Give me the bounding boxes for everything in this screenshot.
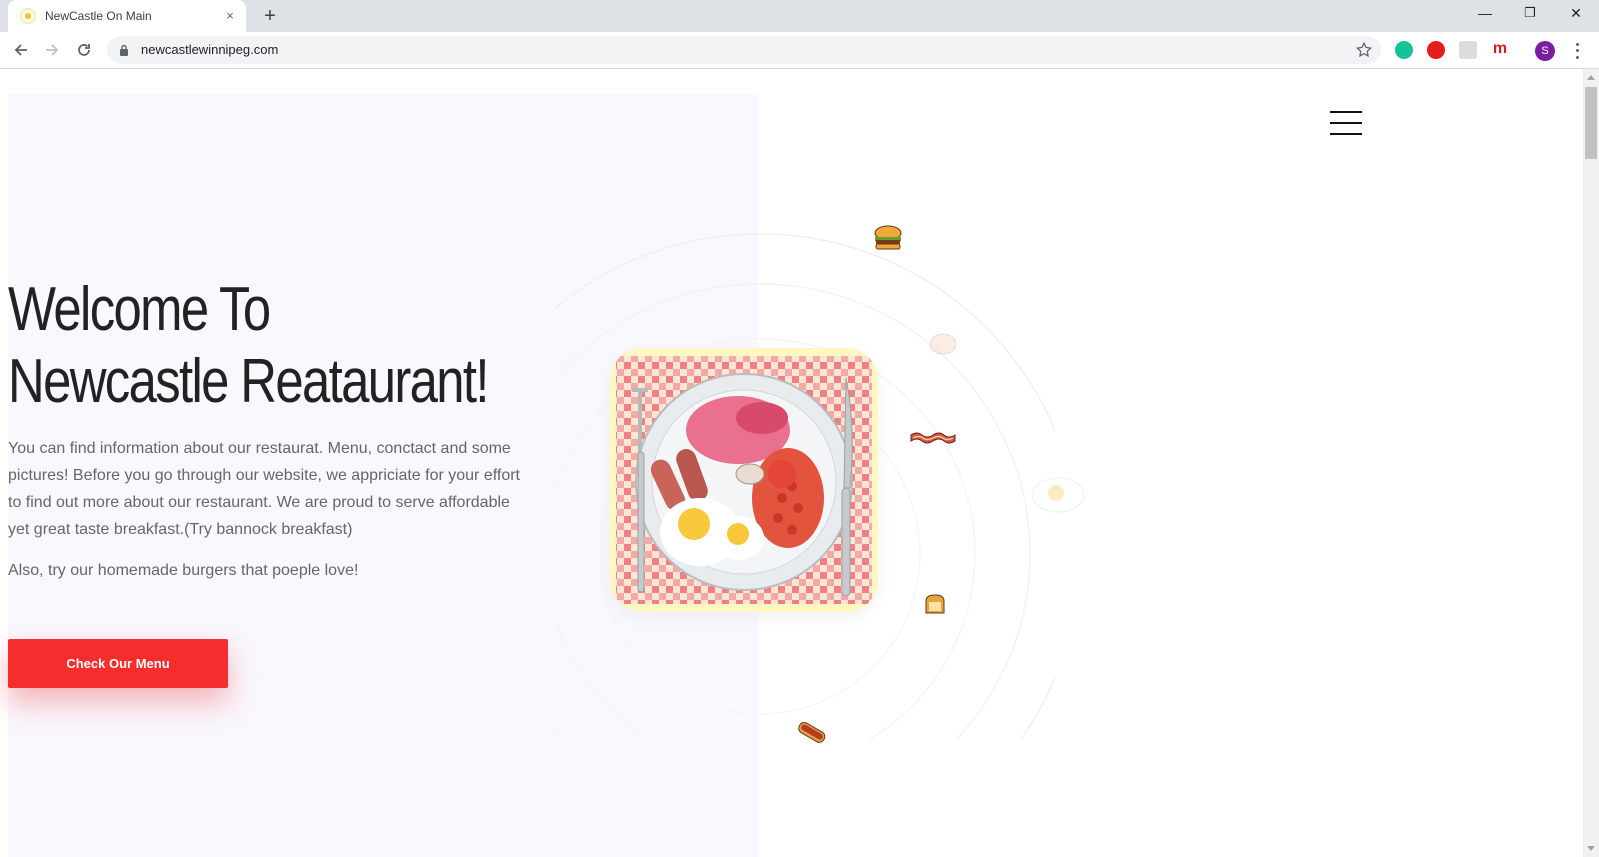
m-extension-icon[interactable]: m [1491,41,1509,59]
page-content: Welcome To Newcastle Reataurant! You can… [0,69,1583,857]
bacon-icon [910,431,956,450]
browser-tab[interactable]: NewCastle On Main × [8,0,246,32]
new-tab-button[interactable]: + [258,4,282,28]
hero-description: You can find information about our resta… [8,440,520,538]
adblock-extension-icon[interactable] [1427,41,1445,59]
check-menu-button[interactable]: Check Our Menu [8,639,228,688]
back-arrow-icon [14,44,27,56]
fried-egg-icon [1030,475,1086,520]
toast-icon [923,593,947,620]
minimize-button[interactable]: — [1462,0,1508,28]
browser-menu-icon[interactable] [1571,41,1583,61]
tab-close-button[interactable]: × [222,8,238,24]
profile-avatar[interactable]: S [1535,41,1555,61]
address-bar[interactable]: newcastlewinnipeg.com [107,36,1381,64]
full-breakfast-plate-image [610,348,878,612]
reload-button[interactable] [70,36,98,64]
burger-icon [873,225,903,256]
scroll-up-icon[interactable] [1587,75,1595,80]
bookmark-star-icon[interactable] [1355,41,1373,59]
cast-extension-icon[interactable] [1459,41,1477,59]
restore-button[interactable]: ❐ [1507,0,1553,28]
url-text[interactable]: newcastlewinnipeg.com [141,42,278,57]
page-scrollbar[interactable] [1583,69,1599,857]
site-favicon-icon [20,8,36,24]
hamburger-menu-icon[interactable] [1330,111,1362,135]
chicken-icon [928,331,958,362]
forward-button[interactable] [38,36,66,64]
hero-title-line1: Welcome To [8,275,271,344]
lock-icon [120,44,128,56]
scroll-down-icon[interactable] [1587,846,1595,851]
grammarly-extension-icon[interactable] [1395,41,1413,59]
hero-title-line2: Newcastle Reataurant! [8,347,490,416]
hero-burger-note: Also, try our homemade burgers that poep… [8,562,359,579]
browser-tab-bar: NewCastle On Main × + — ❐ ✕ [0,0,1599,32]
hero-title: Welcome To Newcastle Reataurant! [8,274,490,418]
scrollbar-thumb[interactable] [1585,87,1597,159]
back-button[interactable] [7,36,35,64]
reload-icon [78,44,90,56]
hotdog-icon [796,717,828,752]
window-close-button[interactable]: ✕ [1553,0,1599,28]
forward-arrow-icon [46,44,59,56]
tab-title: NewCastle On Main [45,9,152,23]
browser-toolbar: newcastlewinnipeg.com m S [0,32,1599,69]
